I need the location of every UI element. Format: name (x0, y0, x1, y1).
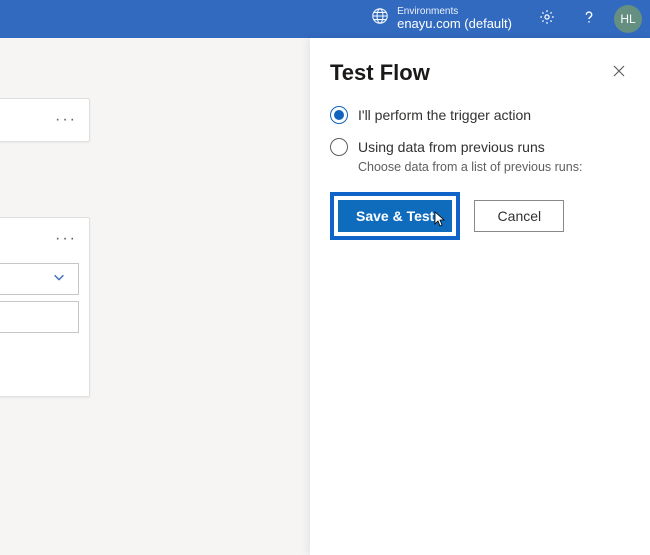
button-row: Save & Test Cancel (330, 192, 630, 240)
user-avatar[interactable]: HL (614, 5, 642, 33)
save-test-button[interactable]: Save & Test (338, 200, 452, 232)
radio-unselected-icon (330, 138, 348, 156)
flow-step-card[interactable]: ··· (0, 98, 90, 142)
app-header: Environments enayu.com (default) HL (0, 0, 650, 38)
help-button[interactable] (572, 2, 606, 36)
gear-icon (538, 8, 556, 31)
env-label: Environments (397, 7, 512, 18)
radio-option-trigger[interactable]: I'll perform the trigger action (330, 106, 630, 124)
radio-selected-icon (330, 106, 348, 124)
main-area: ··· ··· Test Flow I'll perform the trigg… (0, 38, 650, 555)
radio-label: Using data from previous runs (358, 139, 545, 155)
avatar-initials: HL (620, 12, 635, 26)
highlighted-button-wrap: Save & Test (330, 192, 460, 240)
globe-icon (371, 7, 389, 30)
flow-step-card[interactable]: ··· (0, 217, 90, 397)
expand-row[interactable] (0, 263, 79, 295)
panel-title: Test Flow (330, 60, 430, 86)
close-icon (612, 65, 626, 82)
flow-canvas-partial: ··· ··· (0, 98, 90, 472)
settings-button[interactable] (530, 2, 564, 36)
environment-picker[interactable]: Environments enayu.com (default) (371, 7, 512, 31)
close-button[interactable] (608, 60, 630, 86)
help-icon (580, 8, 598, 31)
more-icon[interactable]: ··· (55, 230, 77, 248)
cancel-button[interactable]: Cancel (474, 200, 564, 232)
radio-label: I'll perform the trigger action (358, 107, 531, 123)
env-name: enayu.com (default) (397, 17, 512, 31)
chevron-down-icon (52, 270, 66, 289)
more-icon[interactable]: ··· (55, 111, 77, 129)
test-flow-panel: Test Flow I'll perform the trigger actio… (310, 38, 650, 555)
option-description: Choose data from a list of previous runs… (358, 160, 630, 174)
input-row[interactable] (0, 301, 79, 333)
radio-option-previous[interactable]: Using data from previous runs (330, 138, 630, 156)
